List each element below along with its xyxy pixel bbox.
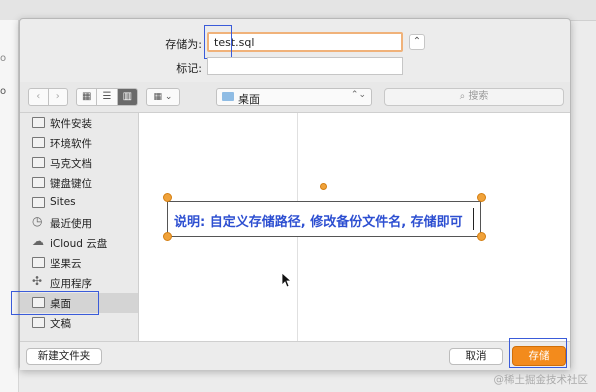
sidebar-item-recents[interactable]: ◷ 最近使用 — [20, 213, 138, 233]
chevron-up-icon: ⌃ — [412, 36, 422, 47]
save-as-label: 存储为: — [165, 38, 202, 51]
sidebar-item-label: 键盘键位 — [50, 178, 92, 190]
columns-icon: ▥ — [122, 91, 133, 102]
sidebar-item-env-software[interactable]: 环境软件 — [20, 133, 138, 153]
annotation-text: 说明: 自定义存储路径, 修改备份文件名, 存储即可 — [174, 215, 463, 230]
sidebar-item-sites[interactable]: Sites — [20, 193, 138, 213]
save-dialog: 存储为: test.sql ⌃ 标记: ‹ › ▦ ☰ ▥ ▦ ⌄ 桌面 ⌃⌄ … — [11, 18, 571, 370]
sidebar-item-keyboard-layout[interactable]: 键盘键位 — [20, 173, 138, 193]
resize-handle-top-left[interactable] — [163, 193, 172, 202]
list-icon: ☰ — [102, 91, 112, 102]
forward-button[interactable]: › — [48, 88, 68, 106]
folder-icon — [32, 117, 45, 128]
sidebar-item-mark-docs[interactable]: 马克文档 — [20, 153, 138, 173]
location-select[interactable]: 桌面 ⌃⌄ — [216, 88, 372, 106]
sidebar-item-label: 应用程序 — [50, 278, 92, 290]
clock-icon: ◷ — [32, 214, 43, 228]
annotation-box: 说明: 自定义存储路径, 修改备份文件名, 存储即可 — [167, 201, 481, 237]
bottom-bar: 新建文件夹 取消 存储 — [20, 338, 570, 370]
sidebar-item-label: 软件安装 — [50, 118, 92, 130]
search-placeholder: 搜索 — [468, 91, 489, 102]
location-label: 桌面 — [238, 93, 260, 106]
desktop-highlight-box — [11, 291, 99, 315]
sidebar-item-applications[interactable]: ✣ 应用程序 — [20, 273, 138, 293]
watermark: @稀土掘金技术社区 — [493, 374, 589, 386]
expand-dialog-button[interactable]: ⌃ — [409, 34, 425, 50]
chevron-left-icon: ‹ — [36, 91, 41, 102]
sidebar-item-label: Sites — [50, 196, 76, 208]
text-caret — [473, 208, 474, 230]
search-icon: ⌕ — [459, 91, 466, 102]
list-view-button[interactable]: ☰ — [97, 88, 118, 106]
sidebar-item-label: 文稿 — [50, 318, 71, 330]
sidebar-item-label: iCloud 云盘 — [50, 238, 108, 250]
folder-icon — [222, 92, 234, 101]
sidebar-item-documents[interactable]: 文稿 — [20, 313, 138, 333]
grid-icon: ▦ — [81, 91, 92, 102]
view-mode-group: ▦ ☰ ▥ — [76, 88, 138, 106]
chevron-right-icon: › — [55, 91, 60, 102]
gallery-view-dropdown[interactable]: ▦ ⌄ — [146, 88, 180, 106]
back-button[interactable]: ‹ — [28, 88, 49, 106]
sidebar-item-label: 最近使用 — [50, 218, 92, 230]
mouse-cursor-icon — [281, 272, 293, 288]
sidebar-item-label: 环境软件 — [50, 138, 92, 150]
new-folder-button[interactable]: 新建文件夹 — [26, 348, 102, 365]
resize-handle-bottom-right[interactable] — [477, 232, 486, 241]
gallery-icon: ▦ ⌄ — [153, 92, 173, 102]
folder-icon — [32, 197, 45, 208]
icon-view-button[interactable]: ▦ — [76, 88, 98, 106]
background-glyph: o — [0, 86, 7, 97]
sidebar-item-software-install[interactable]: 软件安装 — [20, 113, 138, 133]
cancel-button[interactable]: 取消 — [449, 348, 503, 365]
tags-field[interactable] — [207, 57, 403, 75]
folder-icon — [32, 137, 45, 148]
sidebar-item-label: 坚果云 — [50, 258, 82, 270]
delete-handle-top-right[interactable] — [477, 193, 486, 202]
filename-highlight-box — [204, 25, 232, 59]
folder-icon — [32, 257, 45, 268]
tags-label: 标记: — [176, 62, 202, 75]
background-window-edge: o o — [0, 20, 19, 392]
sidebar-item-icloud[interactable]: ☁ iCloud 云盘 — [20, 233, 138, 253]
navigation-group: ‹ › — [28, 88, 68, 106]
sidebar-item-label: 马克文档 — [50, 158, 92, 170]
document-icon — [32, 317, 45, 328]
folder-icon — [32, 177, 45, 188]
resize-handle-bottom-left[interactable] — [163, 232, 172, 241]
background-glyph: o — [0, 53, 7, 64]
filename-field[interactable]: test.sql — [207, 32, 403, 52]
sidebar-item-nutstore[interactable]: 坚果云 — [20, 253, 138, 273]
apps-icon: ✣ — [32, 274, 43, 288]
updown-arrows-icon: ⌃⌄ — [350, 90, 366, 100]
save-highlight-box — [509, 338, 567, 368]
folder-icon — [32, 157, 45, 168]
rotate-handle[interactable] — [320, 183, 327, 190]
cloud-icon: ☁ — [32, 234, 44, 248]
toolbar: ‹ › ▦ ☰ ▥ ▦ ⌄ 桌面 ⌃⌄ ⌕ 搜索 — [20, 82, 570, 113]
search-field[interactable]: ⌕ 搜索 — [384, 88, 564, 106]
column-view-button[interactable]: ▥ — [117, 88, 138, 106]
